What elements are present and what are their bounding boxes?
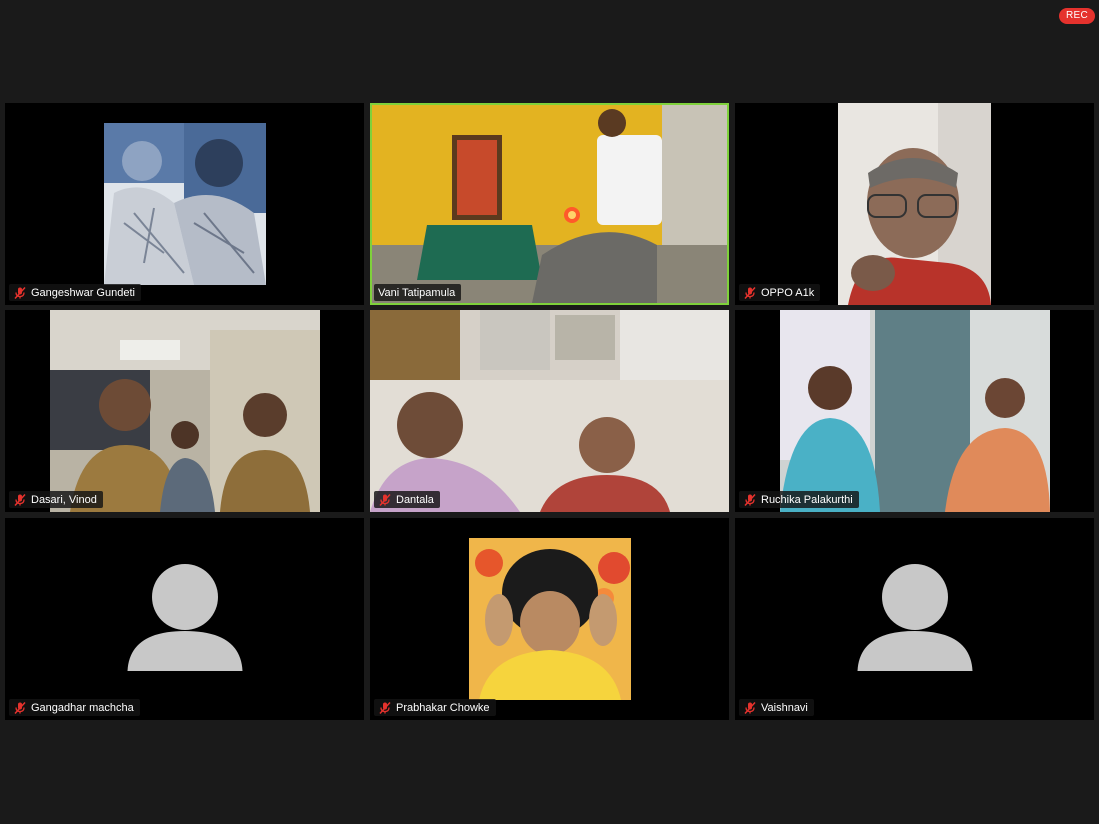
participant-name: Vani Tatipamula bbox=[378, 286, 456, 299]
participant-name: Vaishnavi bbox=[761, 701, 808, 714]
participant-name-tag: Prabhakar Chowke bbox=[374, 699, 496, 716]
profile-photo bbox=[469, 538, 631, 700]
participant-name-tag: Dantala bbox=[374, 491, 440, 508]
participant-video bbox=[50, 310, 320, 512]
participant-name: Dantala bbox=[396, 493, 434, 506]
microphone-muted-icon bbox=[378, 701, 392, 715]
participant-name-tag: OPPO A1k bbox=[739, 284, 821, 301]
participant-name: Dasari, Vinod bbox=[31, 493, 97, 506]
participant-tile[interactable]: Ruchika Palakurthi bbox=[735, 310, 1094, 512]
microphone-muted-icon bbox=[13, 701, 27, 715]
participant-name: OPPO A1k bbox=[761, 286, 815, 299]
microphone-muted-icon bbox=[743, 286, 757, 300]
participant-name: Ruchika Palakurthi bbox=[761, 493, 853, 506]
participant-tile[interactable]: Dantala bbox=[370, 310, 729, 512]
microphone-muted-icon bbox=[743, 701, 757, 715]
participant-name: Gangeshwar Gundeti bbox=[31, 286, 135, 299]
participant-tile[interactable]: Gangeshwar Gundeti bbox=[5, 103, 364, 305]
participant-tile-active-speaker[interactable]: Vani Tatipamula bbox=[370, 103, 729, 305]
participant-video bbox=[469, 538, 631, 700]
participant-name-tag: Vaishnavi bbox=[739, 699, 814, 716]
recording-indicator[interactable]: REC bbox=[1059, 8, 1095, 24]
participant-name: Gangadhar machcha bbox=[31, 701, 134, 714]
default-avatar-icon bbox=[857, 564, 972, 671]
participant-video bbox=[372, 105, 727, 303]
camera-feed bbox=[50, 310, 320, 512]
participant-name-tag: Ruchika Palakurthi bbox=[739, 491, 859, 508]
participant-video bbox=[838, 103, 991, 305]
meeting-window: REC Gangeshwar Gundeti Vani Tatipamula O… bbox=[0, 0, 1099, 824]
default-avatar-icon bbox=[127, 564, 242, 671]
participant-tile[interactable]: Dasari, Vinod bbox=[5, 310, 364, 512]
camera-feed bbox=[372, 105, 727, 303]
participant-name-tag: Dasari, Vinod bbox=[9, 491, 103, 508]
microphone-muted-icon bbox=[13, 286, 27, 300]
microphone-muted-icon bbox=[13, 493, 27, 507]
participant-tile[interactable]: Vaishnavi bbox=[735, 518, 1094, 720]
camera-feed bbox=[838, 103, 991, 305]
participant-video bbox=[104, 123, 266, 285]
microphone-muted-icon bbox=[378, 493, 392, 507]
participant-name-tag: Gangadhar machcha bbox=[9, 699, 140, 716]
microphone-muted-icon bbox=[743, 493, 757, 507]
participant-tile[interactable]: Prabhakar Chowke bbox=[370, 518, 729, 720]
camera-feed bbox=[370, 310, 729, 512]
participant-name-tag: Vani Tatipamula bbox=[374, 284, 462, 301]
profile-photo bbox=[104, 123, 266, 285]
participant-tile[interactable]: OPPO A1k bbox=[735, 103, 1094, 305]
participant-name-tag: Gangeshwar Gundeti bbox=[9, 284, 141, 301]
participant-tile[interactable]: Gangadhar machcha bbox=[5, 518, 364, 720]
camera-feed bbox=[780, 310, 1050, 512]
gallery-view: Gangeshwar Gundeti Vani Tatipamula OPPO … bbox=[5, 103, 1095, 721]
participant-video bbox=[780, 310, 1050, 512]
participant-name: Prabhakar Chowke bbox=[396, 701, 490, 714]
participant-video bbox=[370, 310, 729, 512]
